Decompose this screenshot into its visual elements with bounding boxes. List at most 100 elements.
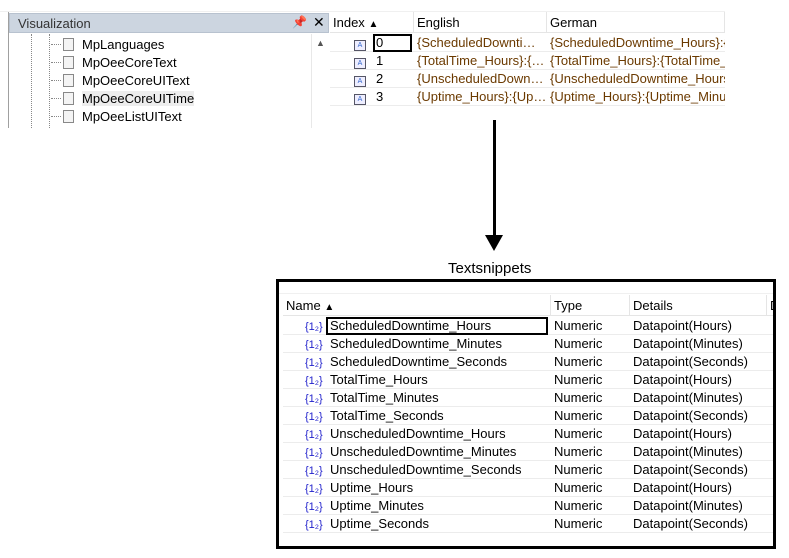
tree-item[interactable]: MpOeeListUIText — [51, 108, 182, 126]
type-cell[interactable]: Numeric — [552, 317, 631, 335]
table-row[interactable]: {1₂} ScheduledDowntime_Hours Numeric Datapo… — [283, 317, 773, 335]
table-row[interactable]: {1₂} Uptime_Seconds Numeric Datapoint(Secon… — [283, 515, 773, 533]
english-cell[interactable]: {TotalTime_Hours}:{… — [415, 52, 545, 70]
index-cell[interactable]: 2 — [373, 70, 412, 88]
table-row[interactable]: A 2 {UnscheduledDown… {UnscheduledDowntime_… — [330, 70, 725, 88]
name-cell[interactable]: Uptime_Hours — [326, 479, 548, 497]
details-cell[interactable]: Datapoint(Hours) — [631, 371, 768, 389]
type-cell[interactable]: Numeric — [552, 461, 631, 479]
table-row[interactable]: {1₂} TotalTime_Minutes Numeric Datapoint(Mi… — [283, 389, 773, 407]
header-label: Index — [333, 15, 365, 30]
tree-connector — [51, 44, 61, 45]
type-cell[interactable]: Numeric — [552, 443, 631, 461]
header-label: Name — [286, 298, 321, 313]
tree-item-label: MpOeeListUIText — [82, 109, 182, 124]
details-cell[interactable]: Datapoint(Hours) — [631, 479, 768, 497]
scroll-up-icon[interactable]: ▲ — [316, 38, 325, 48]
document-icon — [63, 110, 74, 123]
name-cell[interactable]: ScheduledDowntime_Hours — [326, 317, 548, 335]
details-cell[interactable]: Datapoint(Minutes) — [631, 497, 768, 515]
table-row[interactable]: A 1 {TotalTime_Hours}:{… {TotalTime_Hours}:… — [330, 52, 725, 70]
index-cell[interactable]: 3 — [373, 88, 412, 106]
table-row[interactable]: {1₂} TotalTime_Seconds Numeric Datapoint(Se… — [283, 407, 773, 425]
type-cell[interactable]: Numeric — [552, 389, 631, 407]
table-row[interactable]: {1₂} ScheduledDowntime_Minutes Numeric Data… — [283, 335, 773, 353]
column-header-d[interactable]: D — [767, 295, 773, 316]
panel-header: Visualization 📌 ✕ — [9, 13, 329, 33]
details-cell[interactable]: Datapoint(Hours) — [631, 425, 768, 443]
details-cell[interactable]: Datapoint(Seconds) — [631, 515, 768, 533]
table-row[interactable]: {1₂} UnscheduledDowntime_Hours Numeric Data… — [283, 425, 773, 443]
column-header-type[interactable]: Type — [551, 295, 630, 316]
tree-item[interactable]: MpOeeCoreUIText — [51, 72, 190, 90]
english-cell[interactable]: {UnscheduledDown… — [415, 70, 545, 88]
table-row[interactable]: {1₂} UnscheduledDowntime_Minutes Numeric Da… — [283, 443, 773, 461]
table-row[interactable]: {1₂} UnscheduledDowntime_Seconds Numeric Da… — [283, 461, 773, 479]
details-cell[interactable]: Datapoint(Hours) — [631, 317, 768, 335]
arrow-down-icon — [485, 235, 503, 251]
tree-item-label: MpOeeCoreText — [82, 55, 177, 70]
name-cell[interactable]: ScheduledDowntime_Minutes — [326, 335, 548, 353]
table-row[interactable]: {1₂} Uptime_Hours Numeric Datapoint(Hours) — [283, 479, 773, 497]
type-cell[interactable]: Numeric — [552, 371, 631, 389]
close-icon[interactable]: ✕ — [313, 14, 325, 31]
name-cell[interactable]: Uptime_Minutes — [326, 497, 548, 515]
column-header-german[interactable]: German — [547, 12, 725, 33]
tree-connector — [51, 80, 61, 81]
table-row[interactable]: A 0 {ScheduledDownti… {ScheduledDowntime_Ho… — [330, 34, 725, 52]
details-cell[interactable]: Datapoint(Minutes) — [631, 443, 768, 461]
text-table: Index ▲ English German A 0 {ScheduledDownt… — [330, 12, 725, 112]
type-cell[interactable]: Numeric — [552, 353, 631, 371]
details-cell[interactable]: Datapoint(Seconds) — [631, 353, 768, 371]
details-cell[interactable]: Datapoint(Minutes) — [631, 389, 768, 407]
table-row[interactable]: {1₂} Uptime_Minutes Numeric Datapoint(Minut… — [283, 497, 773, 515]
german-cell[interactable]: {TotalTime_Hours}:{TotalTime_ — [548, 52, 725, 70]
tree-item[interactable]: MpOeeCoreText — [51, 54, 177, 72]
visualization-panel: Visualization 📌 ✕ MpLanguages MpOeeCoreTe… — [8, 12, 329, 128]
type-cell[interactable]: Numeric — [552, 497, 631, 515]
table-row[interactable]: A 3 {Uptime_Hours}:{Up… {Uptime_Hours}:{Upt… — [330, 88, 725, 106]
column-header-name[interactable]: Name ▲ — [283, 295, 551, 316]
tree-scrollbar[interactable]: ▲ — [311, 34, 329, 128]
type-cell[interactable]: Numeric — [552, 335, 631, 353]
name-cell[interactable]: ScheduledDowntime_Seconds — [326, 353, 548, 371]
english-cell[interactable]: {ScheduledDownti… — [415, 34, 545, 52]
german-cell[interactable]: {UnscheduledDowntime_Hours — [548, 70, 725, 88]
textsnippets-label: Textsnippets — [448, 260, 532, 277]
tree-item-label: MpOeeCoreUITime — [82, 91, 195, 106]
numeric-icon: {1₂} — [305, 429, 323, 441]
panel-title: Visualization — [18, 16, 91, 31]
table-row[interactable]: {1₂} ScheduledDowntime_Seconds Numeric Data… — [283, 353, 773, 371]
english-cell[interactable]: {Uptime_Hours}:{Up… — [415, 88, 545, 106]
column-header-details[interactable]: Details — [630, 295, 767, 316]
type-cell[interactable]: Numeric — [552, 515, 631, 533]
name-cell[interactable]: TotalTime_Hours — [326, 371, 548, 389]
tree-item[interactable]: MpOeeCoreUITime — [51, 90, 195, 108]
type-cell[interactable]: Numeric — [552, 425, 631, 443]
name-cell[interactable]: Uptime_Seconds — [326, 515, 548, 533]
document-icon — [63, 56, 74, 69]
name-cell[interactable]: UnscheduledDowntime_Hours — [326, 425, 548, 443]
table-row[interactable]: {1₂} TotalTime_Hours Numeric Datapoint(Hour… — [283, 371, 773, 389]
name-cell[interactable]: UnscheduledDowntime_Seconds — [326, 461, 548, 479]
german-cell[interactable]: {Uptime_Hours}:{Uptime_Minut — [548, 88, 725, 106]
numeric-icon: {1₂} — [305, 411, 323, 423]
tree-item-label: MpLanguages — [82, 37, 165, 52]
name-cell[interactable]: TotalTime_Minutes — [326, 389, 548, 407]
type-cell[interactable]: Numeric — [552, 479, 631, 497]
details-cell[interactable]: Datapoint(Minutes) — [631, 335, 768, 353]
column-header-english[interactable]: English — [414, 12, 547, 33]
details-cell[interactable]: Datapoint(Seconds) — [631, 407, 768, 425]
index-cell[interactable]: 1 — [373, 52, 412, 70]
tree-guide — [31, 34, 32, 128]
name-cell[interactable]: TotalTime_Seconds — [326, 407, 548, 425]
pin-icon[interactable]: 📌 — [292, 15, 307, 29]
type-cell[interactable]: Numeric — [552, 407, 631, 425]
numeric-icon: {1₂} — [305, 501, 323, 513]
name-cell[interactable]: UnscheduledDowntime_Minutes — [326, 443, 548, 461]
tree-item[interactable]: MpLanguages — [51, 36, 164, 54]
details-cell[interactable]: Datapoint(Seconds) — [631, 461, 768, 479]
column-header-index[interactable]: Index ▲ — [330, 12, 414, 33]
german-cell[interactable]: {ScheduledDowntime_Hours}:{ — [548, 34, 725, 52]
index-cell[interactable]: 0 — [373, 34, 412, 52]
